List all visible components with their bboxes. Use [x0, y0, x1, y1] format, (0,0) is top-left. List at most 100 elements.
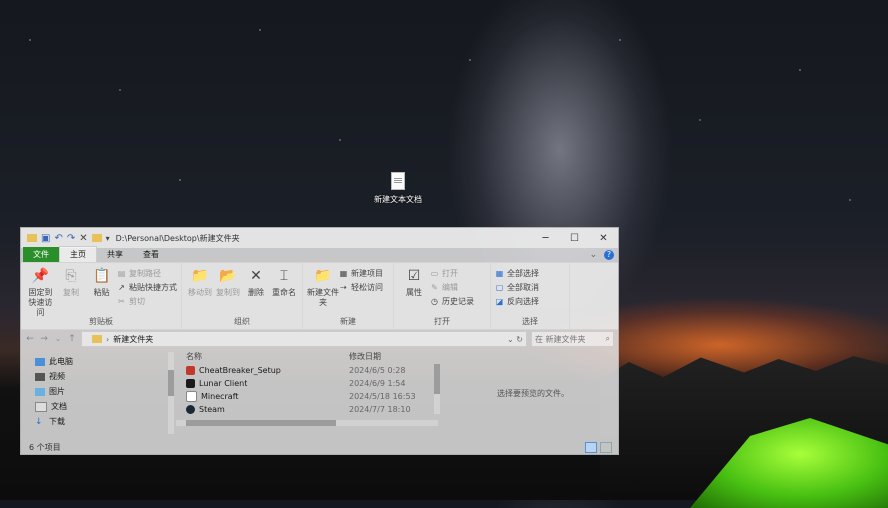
nav-item-label: 文档 [51, 402, 67, 411]
file-name: Minecraft [201, 392, 239, 401]
delete-quick-icon[interactable]: ✕ [79, 233, 87, 244]
pin-quick-access-button[interactable]: 📌 固定到快速访问 [25, 266, 56, 318]
select-none-icon: ▢ [495, 283, 504, 292]
pin-label: 固定到快速访问 [28, 288, 53, 317]
new-item-icon: ▦ [339, 269, 348, 278]
open-icon: ▭ [430, 269, 439, 278]
file-row[interactable]: CheatBreaker_Setup 2024/6/5 0:28 [186, 364, 448, 377]
new-folder-quick-icon[interactable] [91, 234, 102, 242]
copy-label: 复制 [63, 288, 79, 297]
recent-dropdown-icon[interactable]: ⌄ [53, 335, 63, 343]
tab-home[interactable]: 主页 [59, 246, 97, 262]
invert-selection-button[interactable]: ◪ 反向选择 [495, 296, 539, 307]
shortcut-icon: ↗ [118, 283, 125, 292]
properties-button[interactable]: ☑ 属性 [398, 266, 430, 298]
nav-pane-scrollbar[interactable] [168, 352, 174, 434]
delete-button[interactable]: ✕ 删除 [242, 266, 270, 298]
nav-item-downloads[interactable]: ↓ 下载 [21, 414, 176, 429]
lunar-client-icon [186, 379, 195, 388]
ribbon-tabs: 文件 主页 共享 查看 ⌄ ? [21, 246, 618, 262]
nav-scroll-thumb[interactable] [168, 370, 174, 396]
nav-item-label: 下载 [49, 417, 65, 426]
select-all-label: 全部选择 [507, 269, 539, 278]
move-to-icon: 📁 [191, 268, 209, 284]
forward-arrow-icon[interactable]: → [39, 334, 49, 344]
download-arrow-icon: ↓ [35, 416, 43, 427]
help-icon[interactable]: ? [604, 250, 614, 260]
column-header-name[interactable]: 名称 [186, 351, 349, 362]
pin-icon: 📌 [31, 268, 50, 284]
properties-quick-icon[interactable]: ▣ [41, 233, 50, 244]
file-modified: 2024/7/7 18:10 [349, 405, 411, 414]
address-chevron-icon: › [106, 334, 110, 344]
address-bar[interactable]: › 新建文件夹 ⌄ ↻ [81, 331, 527, 347]
expand-ribbon-icon[interactable]: ⌄ [590, 250, 598, 260]
paste-shortcut-label: 粘贴快捷方式 [129, 283, 178, 292]
nav-item-documents[interactable]: 文档 [21, 399, 176, 414]
open-button[interactable]: ▭ 打开 [430, 268, 474, 279]
file-list-vscroll-thumb[interactable] [434, 364, 440, 394]
file-row[interactable]: Steam 2024/7/7 18:10 [186, 403, 448, 416]
column-header-modified[interactable]: 修改日期 [349, 351, 429, 362]
select-all-button[interactable]: ▦ 全部选择 [495, 268, 539, 279]
file-list-hscroll-thumb[interactable] [186, 420, 336, 426]
edit-button[interactable]: ✎ 编辑 [430, 282, 474, 293]
maximize-button[interactable]: ☐ [560, 233, 589, 244]
large-icons-view-icon[interactable] [600, 441, 612, 453]
back-arrow-icon[interactable]: ← [25, 334, 35, 344]
new-item-button[interactable]: ▦ 新建项目 [339, 268, 383, 279]
rename-label: 重命名 [272, 288, 296, 297]
details-view-icon[interactable] [585, 441, 597, 453]
copy-to-button[interactable]: 📂 复制到 [214, 266, 242, 298]
search-placeholder: 在 新建文件夹 [535, 334, 586, 344]
ribbon: 📌 固定到快速访问 ⎘ 复制 📋 粘贴 ▤ 复制路径 ↗ 粘贴快捷方式 ✂ 剪切 剪贴… [21, 262, 618, 330]
desktop-icon-text-document[interactable]: 新建文本文档 [370, 172, 426, 205]
new-folder-label: 新建文件夹 [307, 288, 339, 307]
search-box[interactable]: 在 新建文件夹 ⌕ [531, 331, 614, 347]
paste-shortcut-button[interactable]: ↗ 粘贴快捷方式 [117, 282, 177, 293]
minimize-button[interactable]: ─ [531, 233, 560, 244]
new-folder-button[interactable]: 📁 新建文件夹 [307, 266, 339, 308]
copy-path-button[interactable]: ▤ 复制路径 [117, 268, 177, 279]
address-dropdown-icon[interactable]: ⌄ ↻ [507, 335, 526, 344]
tab-share[interactable]: 共享 [97, 247, 133, 262]
file-name: CheatBreaker_Setup [199, 366, 281, 375]
group-select: ▦ 全部选择 ▢ 全部取消 ◪ 反向选择 选择 [491, 263, 570, 329]
file-name: Steam [199, 405, 225, 414]
redo-icon[interactable]: ↷ [67, 233, 75, 244]
file-row[interactable]: Minecraft 2024/5/18 16:53 [186, 390, 448, 403]
file-list-horizontal-scrollbar[interactable] [176, 420, 438, 426]
nav-item-label: 视频 [49, 372, 65, 381]
close-button[interactable]: ✕ [589, 233, 618, 244]
copy-button[interactable]: ⎘ 复制 [56, 266, 87, 298]
nav-item-this-pc[interactable]: 此电脑 [21, 354, 176, 369]
tab-file[interactable]: 文件 [23, 247, 59, 262]
clipboard-icon: 📋 [92, 268, 111, 284]
nav-item-label: 此电脑 [49, 357, 73, 366]
copy-icon: ⎘ [65, 268, 77, 284]
history-button[interactable]: ◷ 历史记录 [430, 296, 474, 307]
move-to-button[interactable]: 📁 移动到 [186, 266, 214, 298]
delete-label: 删除 [248, 288, 264, 297]
minecraft-icon [186, 391, 197, 402]
paste-button[interactable]: 📋 粘贴 [86, 266, 117, 298]
text-document-icon [391, 172, 405, 190]
group-caption-organize: 组织 [234, 317, 250, 326]
window-title: D:\Personal\Desktop\新建文件夹 [115, 233, 240, 243]
select-none-button[interactable]: ▢ 全部取消 [495, 282, 539, 293]
group-caption-clipboard: 剪贴板 [89, 317, 113, 326]
tab-view[interactable]: 查看 [133, 247, 169, 262]
up-arrow-icon[interactable]: ↑ [67, 334, 77, 344]
group-new: 📁 新建文件夹 ▦ 新建项目 ⇢ 轻松访问 新建 [303, 263, 394, 329]
file-row[interactable]: Lunar Client 2024/6/9 1:54 [186, 377, 448, 390]
nav-item-videos[interactable]: 视频 [21, 369, 176, 384]
cut-button[interactable]: ✂ 剪切 [117, 296, 177, 307]
group-caption-new: 新建 [340, 317, 356, 326]
nav-item-pictures[interactable]: 图片 [21, 384, 176, 399]
rename-button[interactable]: ⌶ 重命名 [270, 266, 298, 298]
file-list-vertical-scrollbar[interactable] [434, 364, 440, 414]
undo-icon[interactable]: ↶ [54, 233, 62, 244]
easy-access-button[interactable]: ⇢ 轻松访问 [339, 282, 383, 293]
easy-access-label: 轻松访问 [351, 283, 383, 292]
customize-dropdown-icon[interactable]: ▾ [106, 234, 110, 243]
